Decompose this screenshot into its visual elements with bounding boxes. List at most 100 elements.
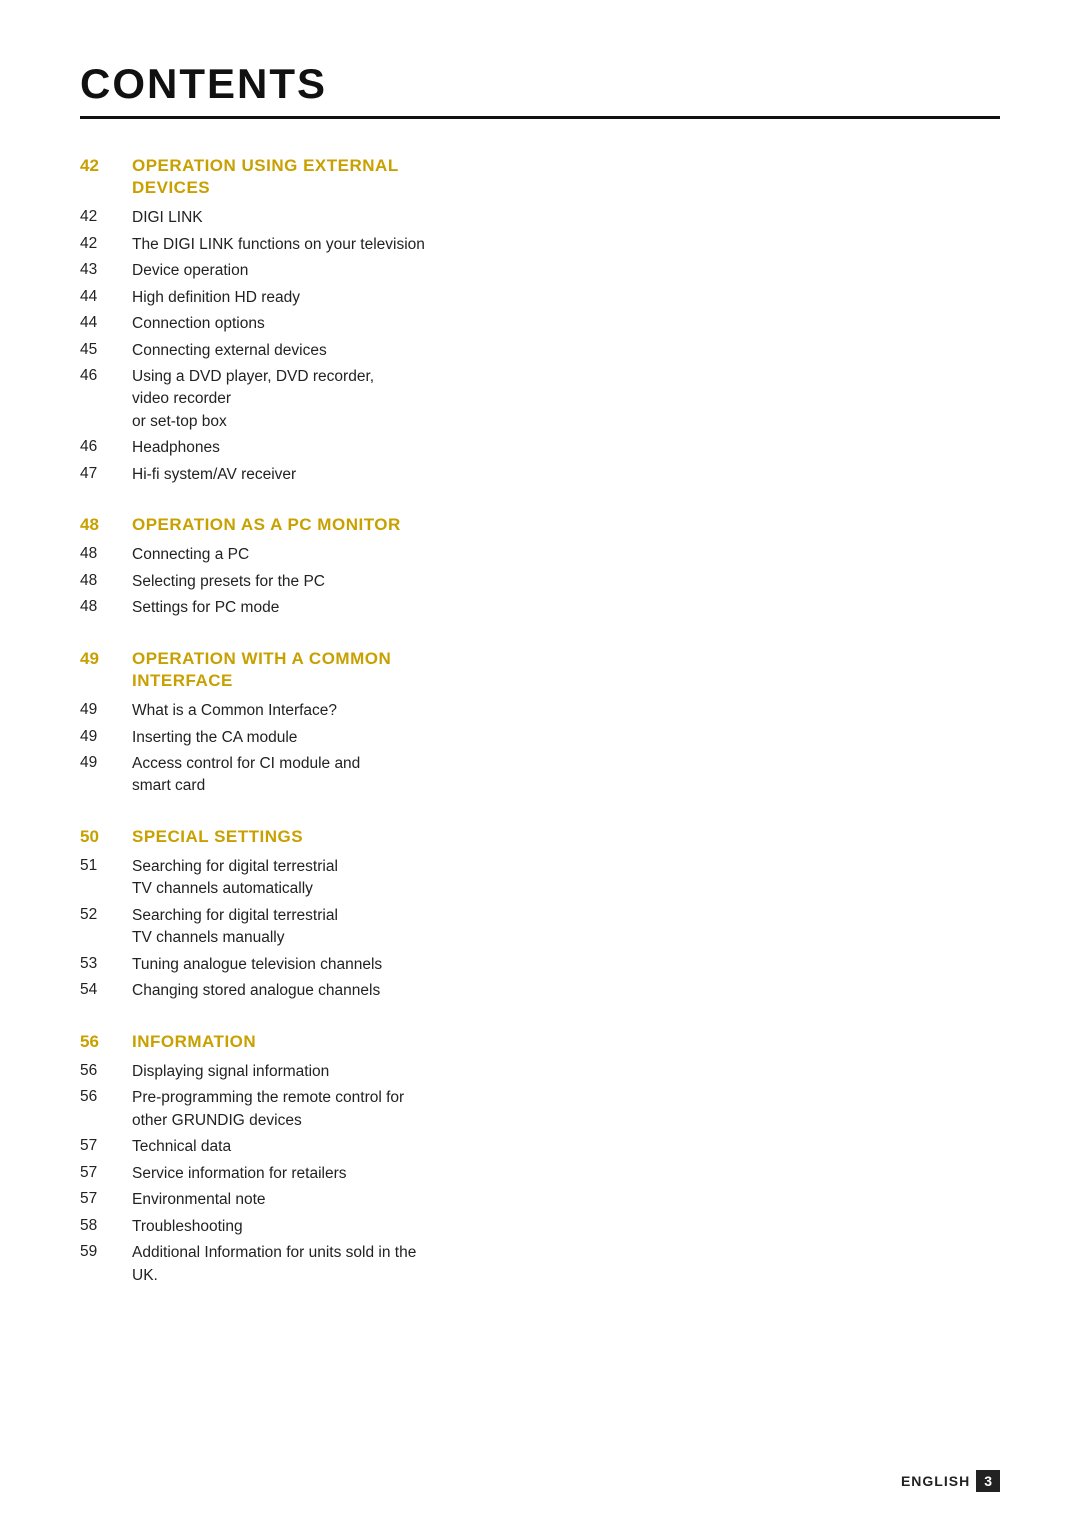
list-item: 43Device operation [80,260,1000,282]
section-common-interface-number: 49 [80,648,132,669]
list-item: 49Inserting the CA module [80,727,1000,749]
list-item: 44Connection options [80,313,1000,335]
entry-text: Connection options [132,313,265,335]
section-pc-monitor: 48OPERATION AS A PC MONITOR48Connecting … [80,514,1000,620]
entry-page-number: 49 [80,700,132,719]
entry-page-number: 48 [80,597,132,616]
entry-text: Displaying signal information [132,1061,329,1083]
entry-page-number: 49 [80,753,132,772]
entry-text: Settings for PC mode [132,597,279,619]
entry-text: What is a Common Interface? [132,700,337,722]
list-item: 52Searching for digital terrestrial TV c… [80,905,1000,950]
list-item: 46Headphones [80,437,1000,459]
section-external-devices-header: 42OPERATION USING EXTERNAL DEVICES [80,155,1000,199]
entry-text: The DIGI LINK functions on your televisi… [132,234,425,256]
entry-text: Pre-programming the remote control for o… [132,1087,404,1132]
section-pc-monitor-header: 48OPERATION AS A PC MONITOR [80,514,1000,536]
list-item: 57Environmental note [80,1189,1000,1211]
section-special-settings-number: 50 [80,826,132,847]
section-special-settings: 50SPECIAL SETTINGS51Searching for digita… [80,826,1000,1003]
entry-page-number: 59 [80,1242,132,1261]
entry-text: Searching for digital terrestrial TV cha… [132,905,338,950]
entry-page-number: 56 [80,1061,132,1080]
list-item: 42The DIGI LINK functions on your televi… [80,234,1000,256]
entry-page-number: 42 [80,234,132,253]
entry-page-number: 48 [80,571,132,590]
entry-text: Selecting presets for the PC [132,571,325,593]
entry-text: DIGI LINK [132,207,203,229]
list-item: 48Settings for PC mode [80,597,1000,619]
entry-page-number: 58 [80,1216,132,1235]
entry-page-number: 54 [80,980,132,999]
section-external-devices-number: 42 [80,155,132,176]
list-item: 56Pre-programming the remote control for… [80,1087,1000,1132]
page-title-container: CONTENTS [80,60,1000,119]
list-item: 56Displaying signal information [80,1061,1000,1083]
entry-text: High definition HD ready [132,287,300,309]
list-item: 53Tuning analogue television channels [80,954,1000,976]
section-common-interface-header: 49OPERATION WITH A COMMON INTERFACE [80,648,1000,692]
list-item: 49What is a Common Interface? [80,700,1000,722]
entry-page-number: 56 [80,1087,132,1106]
entry-text: Additional Information for units sold in… [132,1242,416,1287]
entry-page-number: 46 [80,437,132,456]
list-item: 48Selecting presets for the PC [80,571,1000,593]
entry-text: Connecting external devices [132,340,327,362]
entry-text: Access control for CI module and smart c… [132,753,360,798]
list-item: 51Searching for digital terrestrial TV c… [80,856,1000,901]
entry-text: Troubleshooting [132,1216,243,1238]
entry-page-number: 53 [80,954,132,973]
entry-text: Service information for retailers [132,1163,347,1185]
contents-container: 42OPERATION USING EXTERNAL DEVICES42DIGI… [80,155,1000,1287]
list-item: 49Access control for CI module and smart… [80,753,1000,798]
entry-text: Hi-fi system/AV receiver [132,464,296,486]
page-title: CONTENTS [80,60,327,108]
entry-page-number: 44 [80,313,132,332]
entry-text: Headphones [132,437,220,459]
entry-page-number: 42 [80,207,132,226]
entry-page-number: 47 [80,464,132,483]
entry-page-number: 45 [80,340,132,359]
page-footer: ENGLISH 3 [901,1470,1000,1492]
list-item: 58Troubleshooting [80,1216,1000,1238]
list-item: 47Hi-fi system/AV receiver [80,464,1000,486]
entry-page-number: 57 [80,1136,132,1155]
entry-text: Device operation [132,260,248,282]
list-item: 57Service information for retailers [80,1163,1000,1185]
entry-text: Technical data [132,1136,231,1158]
entry-page-number: 57 [80,1189,132,1208]
entry-text: Environmental note [132,1189,266,1211]
entry-text: Inserting the CA module [132,727,297,749]
entry-page-number: 48 [80,544,132,563]
entry-page-number: 52 [80,905,132,924]
entry-text: Changing stored analogue channels [132,980,380,1002]
entry-text: Using a DVD player, DVD recorder, video … [132,366,374,433]
entry-text: Tuning analogue television channels [132,954,382,976]
entry-page-number: 44 [80,287,132,306]
list-item: 46Using a DVD player, DVD recorder, vide… [80,366,1000,433]
entry-page-number: 51 [80,856,132,875]
section-information-header: 56INFORMATION [80,1031,1000,1053]
section-pc-monitor-title: OPERATION AS A PC MONITOR [132,514,401,536]
list-item: 44High definition HD ready [80,287,1000,309]
footer-language: ENGLISH [901,1473,970,1489]
section-special-settings-title: SPECIAL SETTINGS [132,826,303,848]
list-item: 48Connecting a PC [80,544,1000,566]
entry-page-number: 49 [80,727,132,746]
footer-page-number: 3 [976,1470,1000,1492]
entry-text: Searching for digital terrestrial TV cha… [132,856,338,901]
entry-page-number: 57 [80,1163,132,1182]
entry-page-number: 43 [80,260,132,279]
entry-page-number: 46 [80,366,132,385]
section-information-number: 56 [80,1031,132,1052]
list-item: 54Changing stored analogue channels [80,980,1000,1002]
list-item: 57Technical data [80,1136,1000,1158]
section-external-devices: 42OPERATION USING EXTERNAL DEVICES42DIGI… [80,155,1000,486]
section-information-title: INFORMATION [132,1031,256,1053]
list-item: 59Additional Information for units sold … [80,1242,1000,1287]
section-information: 56INFORMATION56Displaying signal informa… [80,1031,1000,1287]
entry-text: Connecting a PC [132,544,249,566]
section-common-interface-title: OPERATION WITH A COMMON INTERFACE [132,648,391,692]
section-pc-monitor-number: 48 [80,514,132,535]
list-item: 45Connecting external devices [80,340,1000,362]
